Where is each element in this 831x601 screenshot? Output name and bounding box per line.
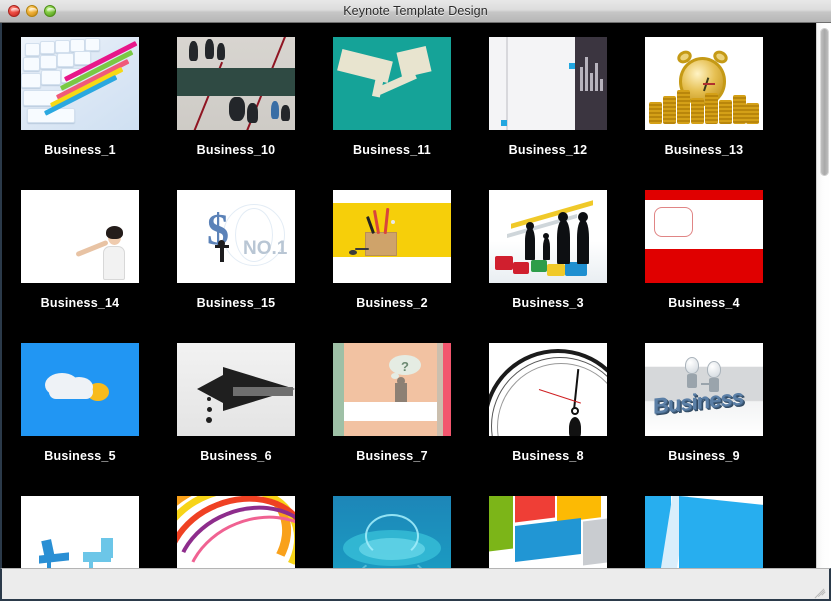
template-label: Business_7 [356, 449, 428, 463]
color-tiles-art [489, 496, 607, 568]
template-label: Business_2 [356, 296, 428, 310]
clock-macro-art [489, 343, 607, 436]
template-label: Business_10 [196, 143, 276, 157]
template-thumbnail[interactable] [177, 343, 295, 436]
template-thumbnail[interactable]: ? [333, 343, 451, 436]
window-controls [8, 5, 56, 17]
template-item[interactable]: Business_5 [2, 329, 158, 482]
template-label: Business_13 [664, 143, 744, 157]
template-item[interactable]: Business_4 [626, 176, 782, 329]
template-grid: Business_1 Business_10 Business_11 Busin… [2, 23, 812, 568]
template-label: Business_3 [512, 296, 584, 310]
template-thumbnail[interactable] [177, 37, 295, 130]
template-item[interactable]: Business_14 [2, 176, 158, 329]
template-thumbnail[interactable]: Business [645, 343, 763, 436]
vertical-scrollbar[interactable] [816, 23, 831, 568]
woman-presenting-art [21, 190, 139, 283]
window-title: Keynote Template Design [343, 4, 488, 18]
template-thumbnail[interactable] [21, 496, 139, 568]
template-label: Business_5 [44, 449, 116, 463]
template-thumbnail[interactable] [489, 37, 607, 130]
template-item[interactable]: Business_6 [158, 329, 314, 482]
business-3d-bulbs-art: Business [645, 343, 763, 436]
template-item[interactable] [2, 482, 158, 568]
template-thumbnail[interactable] [645, 37, 763, 130]
template-item[interactable]: Business_13 [626, 23, 782, 176]
dark-arrow-art [177, 343, 295, 436]
template-thumbnail[interactable] [489, 190, 607, 283]
scrollbar-thumb[interactable] [820, 28, 829, 176]
keyboard-pencils-art [21, 37, 139, 130]
template-item[interactable]: $ NO.1 Business_15 [158, 176, 314, 329]
white-chart-panel-art [489, 37, 607, 130]
teal-ripple-art [333, 496, 451, 568]
minimize-button[interactable] [26, 5, 38, 17]
blue-diagonal-art [645, 496, 763, 568]
crowd-band-art [177, 37, 295, 130]
zoom-button[interactable] [44, 5, 56, 17]
template-item[interactable] [158, 482, 314, 568]
template-thumbnail[interactable] [333, 37, 451, 130]
template-item[interactable]: Business_8 [470, 329, 626, 482]
template-label: Business_15 [196, 296, 276, 310]
template-label: Business_4 [668, 296, 740, 310]
template-thumbnail[interactable] [333, 190, 451, 283]
template-thumbnail[interactable] [21, 37, 139, 130]
template-label: Business_9 [668, 449, 740, 463]
template-thumbnail[interactable] [645, 190, 763, 283]
template-item[interactable]: Business_10 [158, 23, 314, 176]
template-thumbnail[interactable] [489, 496, 607, 568]
resize-grip[interactable] [813, 583, 826, 599]
template-label: Business_14 [40, 296, 120, 310]
template-thumbnail[interactable] [21, 343, 139, 436]
silhouettes-puzzle-art [489, 190, 607, 283]
template-label: Business_1 [44, 143, 116, 157]
teal-shapes-art [333, 37, 451, 130]
peach-thinking-art: ? [333, 343, 451, 436]
title-bar: Keynote Template Design [0, 0, 831, 23]
template-item[interactable]: Business Business_9 [626, 329, 782, 482]
template-browser: Business_1 Business_10 Business_11 Busin… [0, 23, 831, 568]
template-thumbnail[interactable] [489, 343, 607, 436]
template-item[interactable]: Business_11 [314, 23, 470, 176]
orange-swirl-art [177, 496, 295, 568]
question-mark-icon: ? [401, 359, 409, 374]
gold-clock-coins-art [645, 37, 763, 130]
dollar-no1-art: $ NO.1 [177, 190, 295, 283]
template-thumbnail[interactable]: $ NO.1 [177, 190, 295, 283]
template-item[interactable] [626, 482, 782, 568]
template-item[interactable]: Business_2 [314, 176, 470, 329]
template-thumbnail[interactable] [645, 496, 763, 568]
template-thumbnail[interactable] [333, 496, 451, 568]
blue-chairs-art [21, 496, 139, 568]
template-item[interactable]: Business_3 [470, 176, 626, 329]
app-window: Keynote Template Design Business_1 Busin… [0, 0, 831, 601]
template-thumbnail[interactable] [177, 496, 295, 568]
red-white-bars-art [645, 190, 763, 283]
template-label: Business_12 [508, 143, 588, 157]
template-item[interactable] [314, 482, 470, 568]
template-item[interactable] [470, 482, 626, 568]
template-label: Business_11 [353, 143, 431, 157]
template-label: Business_6 [200, 449, 272, 463]
status-bar [0, 568, 831, 601]
template-item[interactable]: ? Business_7 [314, 329, 470, 482]
template-item[interactable]: Business_12 [470, 23, 626, 176]
close-button[interactable] [8, 5, 20, 17]
template-label: Business_8 [512, 449, 584, 463]
template-item[interactable]: Business_1 [2, 23, 158, 176]
yellow-toolbox-art [333, 190, 451, 283]
template-thumbnail[interactable] [21, 190, 139, 283]
cloud-sun-sky-art [21, 343, 139, 436]
